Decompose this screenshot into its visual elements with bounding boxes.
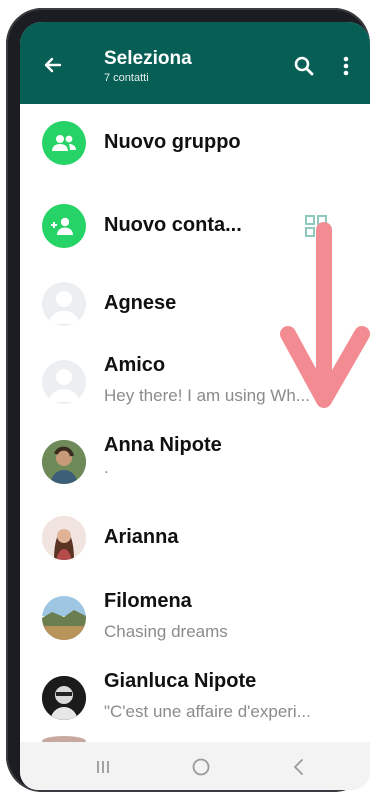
new-contact-label: Nuovo conta... bbox=[104, 214, 242, 236]
contact-row-anna-nipote[interactable]: Anna Nipote . bbox=[20, 422, 370, 500]
default-avatar-icon bbox=[42, 282, 86, 326]
page-title: Seleziona bbox=[104, 48, 192, 69]
search-icon[interactable] bbox=[292, 54, 316, 78]
system-nav-bar bbox=[20, 742, 370, 790]
add-contact-icon bbox=[42, 204, 86, 248]
contact-name: Filomena bbox=[104, 590, 192, 612]
contact-photo-avatar bbox=[42, 596, 86, 640]
contact-status: . bbox=[104, 458, 109, 477]
contact-row-gianluca-nipote[interactable]: Gianluca Nipote "C'est une affaire d'exp… bbox=[20, 658, 370, 736]
recent-apps-icon[interactable] bbox=[92, 756, 114, 778]
contact-name: Gianluca Nipote bbox=[104, 670, 257, 692]
back-icon[interactable] bbox=[288, 756, 310, 778]
more-options-icon[interactable] bbox=[340, 54, 352, 78]
contact-row-agnese[interactable]: Agnese bbox=[20, 266, 370, 344]
contact-name: Arianna bbox=[104, 526, 179, 548]
qr-code-icon[interactable] bbox=[304, 214, 328, 238]
contact-photo-avatar bbox=[42, 676, 86, 720]
new-contact-row[interactable]: Nuovo conta... bbox=[20, 190, 370, 268]
default-avatar-icon bbox=[42, 360, 86, 404]
contact-name: Anna Nipote bbox=[104, 434, 222, 456]
screen: Seleziona 7 contatti Nuovo gruppo Nuovo … bbox=[20, 22, 370, 790]
contact-name: Amico bbox=[104, 354, 166, 376]
new-group-row[interactable]: Nuovo gruppo bbox=[20, 104, 370, 182]
contact-row-arianna[interactable]: Arianna bbox=[20, 502, 370, 580]
home-icon[interactable] bbox=[190, 756, 212, 778]
contact-row-amico[interactable]: Amico Hey there! I am using Wh... bbox=[20, 342, 370, 420]
phone-frame: Seleziona 7 contatti Nuovo gruppo Nuovo … bbox=[6, 8, 370, 792]
contact-status: Chasing dreams bbox=[104, 622, 228, 641]
new-group-label: Nuovo gruppo bbox=[104, 131, 241, 153]
back-arrow-icon[interactable] bbox=[40, 52, 66, 78]
contact-photo-avatar bbox=[42, 516, 86, 560]
contact-status: Hey there! I am using Wh... bbox=[104, 386, 310, 405]
contact-row-filomena[interactable]: Filomena Chasing dreams bbox=[20, 578, 370, 656]
header-titles: Seleziona 7 contatti bbox=[104, 48, 192, 86]
contact-status: "C'est une affaire d'experi... bbox=[104, 702, 311, 721]
contact-name: Agnese bbox=[104, 292, 177, 314]
contact-photo-avatar bbox=[42, 440, 86, 484]
app-bar: Seleziona 7 contatti bbox=[20, 22, 370, 104]
contacts-count: 7 contatti bbox=[104, 72, 149, 84]
group-icon bbox=[42, 121, 86, 165]
